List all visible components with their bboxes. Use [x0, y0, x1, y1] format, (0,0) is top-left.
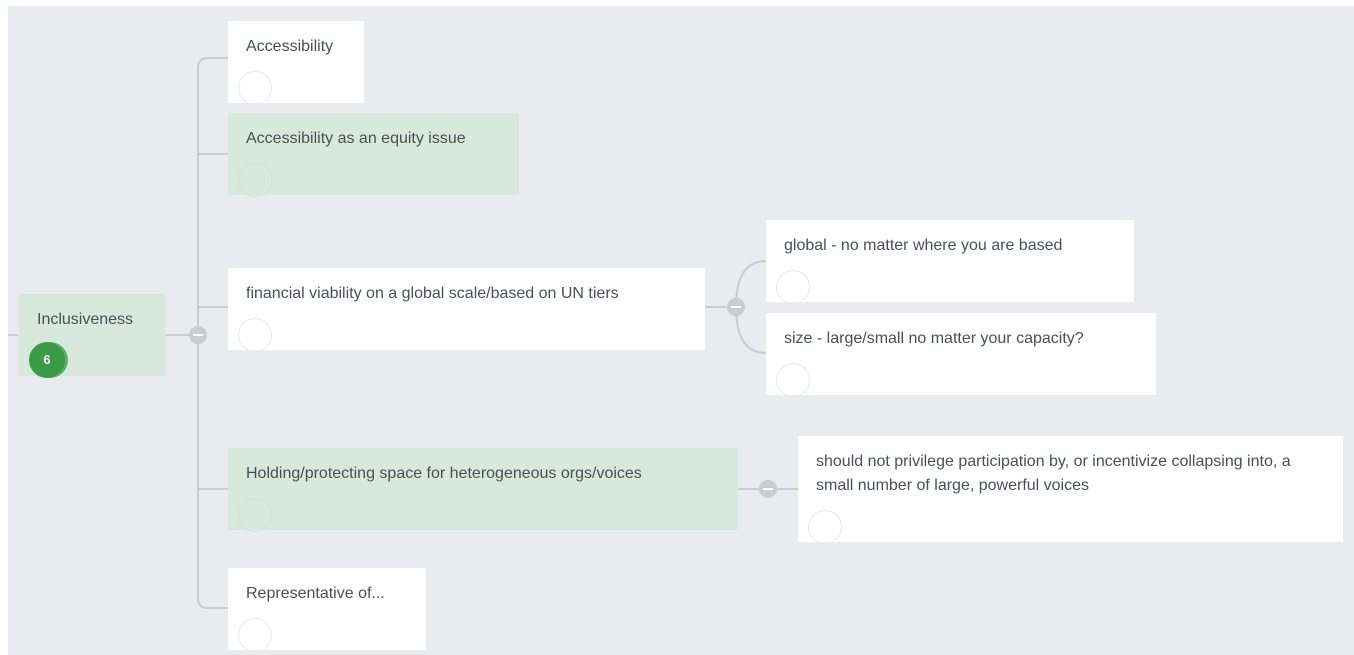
mindmap-canvas[interactable]: Inclusiveness 6 Accessibility Accessibil…: [8, 6, 1354, 655]
vote-circle[interactable]: [238, 318, 272, 352]
vote-circle[interactable]: [238, 71, 272, 105]
vote-circle[interactable]: [238, 618, 272, 652]
root-node-inclusiveness[interactable]: Inclusiveness 6: [19, 294, 165, 378]
branch-node-accessibility-equity[interactable]: Accessibility as an equity issue: [228, 113, 519, 197]
branch-node-financial-viability[interactable]: financial viability on a global scale/ba…: [228, 268, 705, 352]
branch-node-label: Representative of...: [246, 585, 385, 602]
child-node-label: global - no matter where you are based: [784, 237, 1063, 254]
child-node-size[interactable]: size - large/small no matter your capaci…: [766, 313, 1156, 397]
child-node-global[interactable]: global - no matter where you are based: [766, 220, 1134, 304]
root-node-label: Inclusiveness: [37, 311, 134, 328]
vote-circle[interactable]: [808, 510, 842, 544]
branch-node-representative[interactable]: Representative of...: [228, 568, 426, 652]
child-node-label: size - large/small no matter your capaci…: [784, 330, 1084, 347]
child-count-badge[interactable]: 6: [29, 342, 65, 378]
branch-node-label: Accessibility: [246, 38, 334, 55]
branch-node-accessibility[interactable]: Accessibility: [228, 21, 364, 105]
collapse-toggle-root[interactable]: [189, 326, 207, 344]
vote-circle[interactable]: [238, 163, 272, 197]
branch-node-label: Holding/protecting space for heterogeneo…: [246, 465, 642, 482]
child-node-label: should not privilege participation by, o…: [816, 453, 1291, 494]
vote-circle[interactable]: [238, 498, 272, 532]
child-node-should-not-privilege[interactable]: should not privilege participation by, o…: [798, 436, 1343, 544]
branch-node-label: financial viability on a global scale/ba…: [246, 285, 619, 302]
branch-node-holding-space[interactable]: Holding/protecting space for heterogeneo…: [228, 448, 738, 532]
collapse-toggle-financial-viability[interactable]: [727, 298, 745, 316]
collapse-toggle-holding-space[interactable]: [759, 480, 777, 498]
vote-circle[interactable]: [776, 363, 810, 397]
vote-circle[interactable]: [776, 270, 810, 304]
branch-node-label: Accessibility as an equity issue: [246, 130, 466, 147]
